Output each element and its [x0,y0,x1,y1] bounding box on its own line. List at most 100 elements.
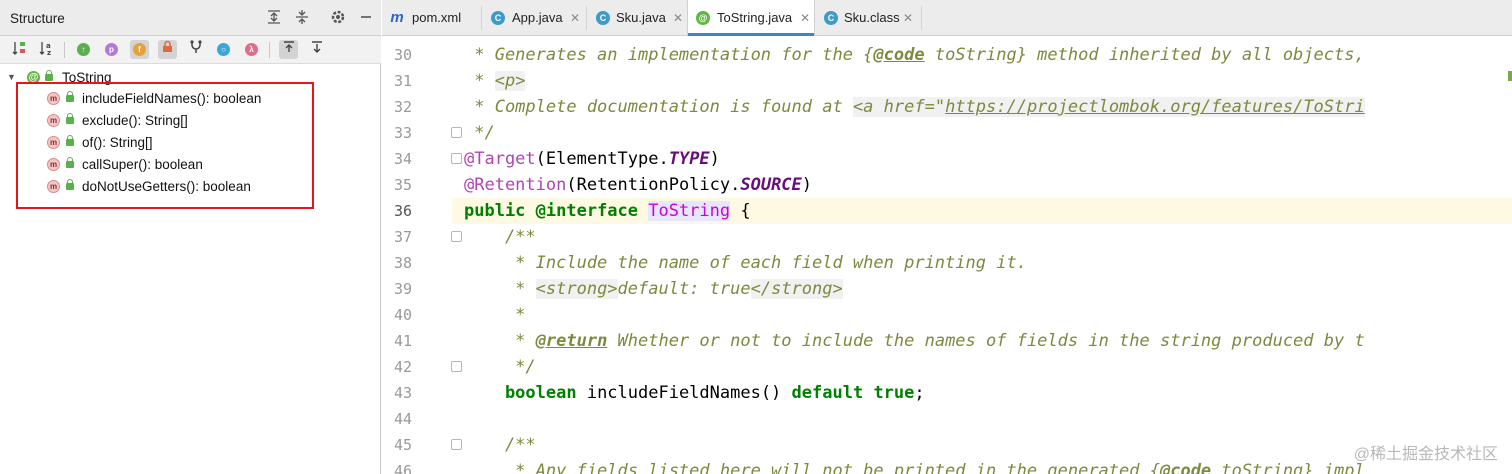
tab-pom-xml[interactable]: m pom.xml [382,0,480,36]
code-token: default: true [617,279,751,299]
show-properties-icon[interactable]: p [102,40,121,59]
code-token: includeFieldNames() [576,383,792,403]
line-number: 39 [393,280,412,298]
fold-marker-icon[interactable] [451,439,462,450]
class-icon: C [596,11,610,25]
tab-app-java[interactable]: C App.java ✕ [483,0,585,36]
show-anonymous-icon[interactable] [186,40,205,59]
svg-text:z: z [47,49,51,57]
structure-panel: Structure az ↑ p f ○ λ ▼ @ ToString m in… [0,0,381,474]
sort-alphabetically-icon[interactable]: az [37,40,56,59]
line-number: 44 [393,410,412,428]
line-number: 33 [393,124,412,142]
autoscroll-to-source-icon[interactable] [279,40,298,59]
code-token: ) [709,149,720,169]
code-token: true [873,383,915,403]
code-line-42: */ [464,354,536,380]
line-number: 43 [393,384,412,402]
minimize-icon[interactable] [357,9,375,27]
public-access-icon [45,70,53,81]
autoscroll-from-source-icon[interactable] [307,40,326,59]
close-icon[interactable]: ✕ [673,0,683,36]
code-token: @interface [525,201,649,221]
tab-label: Sku.class [844,10,900,25]
code-line-45: /** [464,432,536,458]
line-number: 41 [393,332,412,350]
code-token: * [464,331,536,351]
code-token: * Complete documentation is found at [464,97,853,117]
collapse-all-icon[interactable] [293,9,311,27]
line-number: 32 [393,98,412,116]
structure-header: Structure [0,0,381,36]
line-number: 45 [393,436,412,454]
code-token: * Include the name of each field when pr… [464,253,1027,273]
code-line-46: * Any fields listed here will not be pri… [464,458,1365,474]
show-lambdas-circle-icon[interactable]: ○ [214,40,233,59]
maven-icon: m [390,9,404,26]
structure-toolbar: az ↑ p f ○ λ [0,36,381,64]
code-token: Whether or not to include the names of f… [607,331,1365,351]
code-token: ToString [648,201,731,221]
tab-sku-java[interactable]: C Sku.java ✕ [588,0,686,36]
tab-label: Sku.java [616,10,666,25]
code-token: TYPE [668,149,710,169]
code-token: <strong> [535,279,618,299]
code-token: boolean [464,383,577,403]
code-line-33: */ [464,120,494,146]
line-number: 35 [393,176,412,194]
class-icon: C [491,11,505,25]
show-lambdas-icon[interactable]: λ [242,40,261,59]
code-line-40: * [464,302,525,328]
code-token: toString} method inherited by all object… [924,45,1365,65]
code-token: @code [1159,461,1212,474]
code-token: SOURCE [740,175,802,195]
tab-tostring-java[interactable]: @ ToString.java ✕ [687,0,815,37]
fold-marker-icon[interactable] [451,127,462,138]
code-token: ; [914,383,925,403]
code-token: * Generates an implementation for the { [464,45,874,65]
close-icon[interactable]: ✕ [570,0,580,36]
show-non-public-icon[interactable] [158,40,177,59]
code-token: <a href=" [852,97,946,117]
code-editor[interactable]: 30 31 32 33 34 35 36 37 38 39 40 41 42 4… [382,36,1512,474]
tab-sku-class[interactable]: C Sku.class ✕ [816,0,920,36]
expand-arrow-icon[interactable]: ▼ [7,67,16,88]
expand-all-icon[interactable] [265,9,283,27]
code-line-30: * Generates an implementation for the {@… [464,42,1365,68]
fold-marker-icon[interactable] [451,231,462,242]
code-token: * [464,279,536,299]
code-line-39: * <strong>default: true</strong> [464,276,843,302]
close-icon[interactable]: ✕ [800,0,810,36]
line-number: 36 [393,202,412,220]
code-token: (RetentionPolicy. [566,175,741,195]
code-token: </strong> [750,279,843,299]
code-token: @Retention [464,175,567,195]
code-line-36: public @interface ToString { [464,198,751,224]
tab-label: pom.xml [412,10,462,25]
code-token: { [730,201,751,221]
code-token: */ [464,357,536,377]
line-number: 38 [393,254,412,272]
show-fields-icon[interactable]: f [130,40,149,59]
doc-link[interactable]: https://projectlombok.org/features/ToStr… [945,97,1365,117]
line-number: 31 [393,72,412,90]
fold-marker-icon[interactable] [451,153,462,164]
code-token: @Target [464,149,536,169]
line-number: 34 [393,150,412,168]
code-line-34: @Target(ElementType.TYPE) [464,146,720,172]
show-inherited-icon[interactable]: ↑ [74,40,93,59]
sort-by-visibility-icon[interactable] [10,40,29,59]
code-token: ) [801,175,813,195]
close-icon[interactable]: ✕ [903,0,913,36]
inspection-ok-marker[interactable] [1508,71,1512,81]
code-line-31: * <p> [464,68,526,94]
code-token: (ElementType. [535,149,669,169]
fold-marker-icon[interactable] [451,361,462,372]
structure-title: Structure [10,11,65,26]
editor-tab-bar: m pom.xml C App.java ✕ C Sku.java ✕ @ To… [382,0,1512,37]
settings-icon[interactable] [329,9,347,27]
code-line-43: boolean includeFieldNames() default true… [464,380,925,406]
line-number: 37 [393,228,412,246]
watermark: @稀土掘金技术社区 [1353,446,1498,463]
